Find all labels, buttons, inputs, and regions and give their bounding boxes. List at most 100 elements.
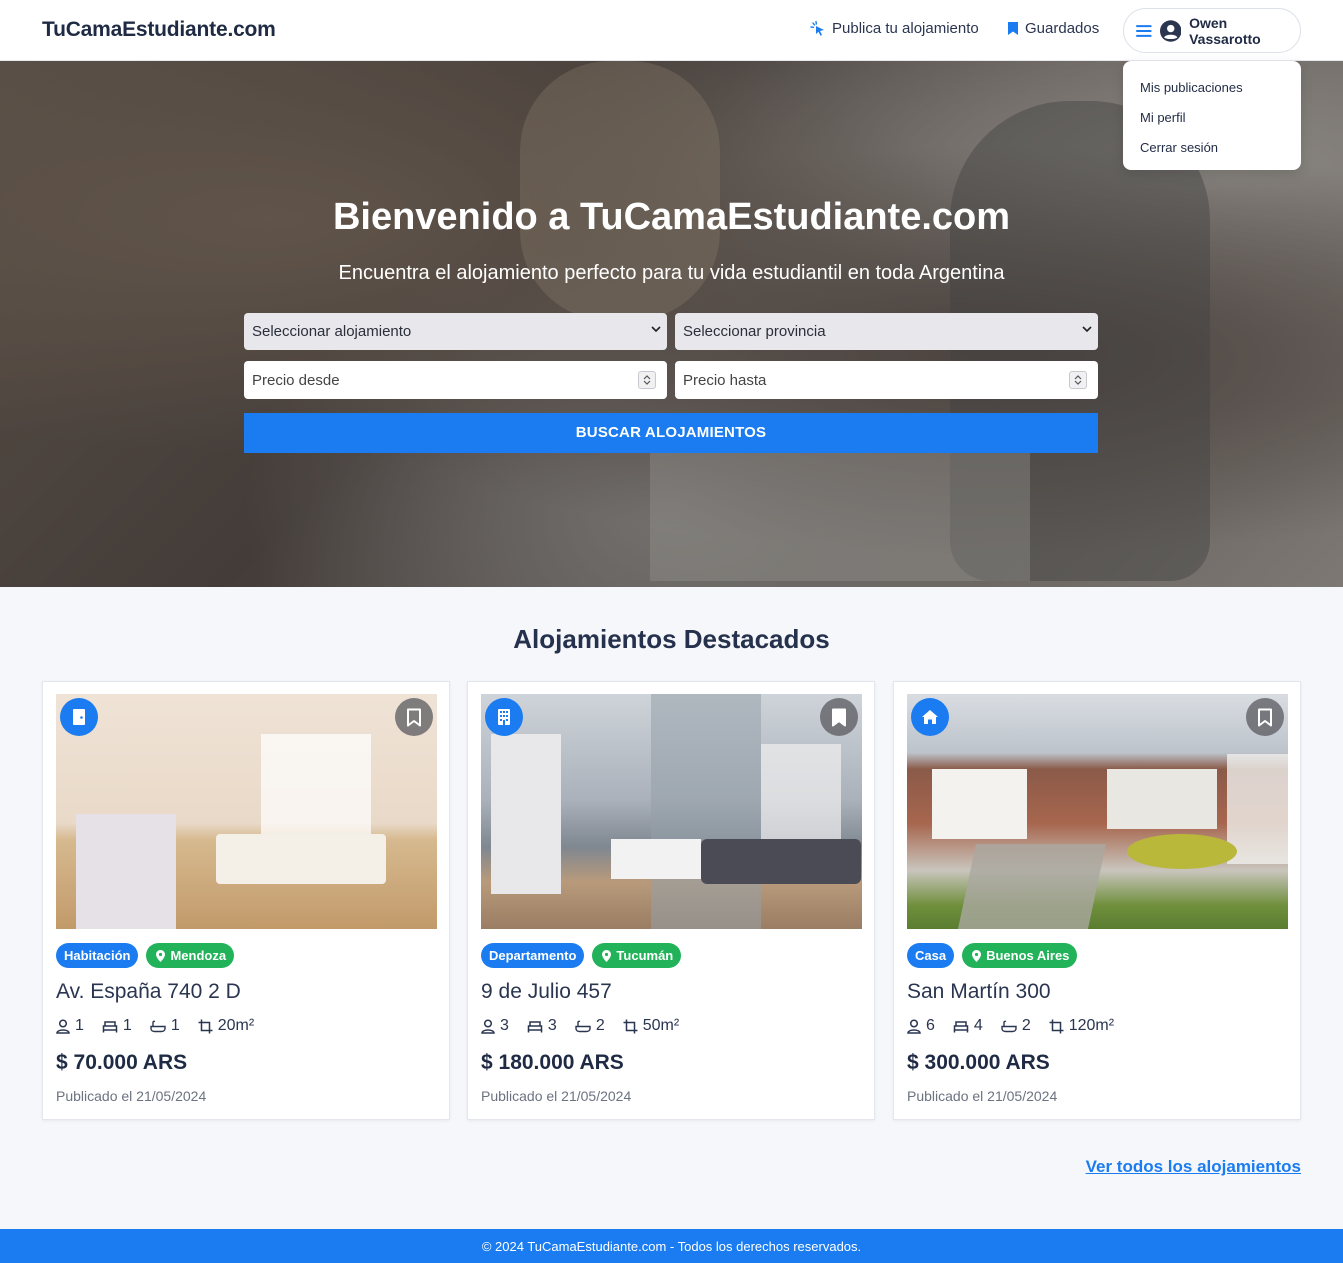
photo-desk-shape xyxy=(76,814,176,929)
map-pin-icon xyxy=(602,949,612,962)
user-menu-button[interactable]: Owen Vassarotto xyxy=(1123,8,1301,53)
bookmark-icon[interactable] xyxy=(1246,698,1284,736)
listing-date: Publicado el 21/05/2024 xyxy=(56,1088,207,1104)
menu-item-logout[interactable]: Cerrar sesión xyxy=(1123,138,1301,168)
area-icon xyxy=(1049,1019,1064,1033)
listing-features: 1 1 1 20m² xyxy=(56,1017,272,1035)
publish-label: Publica tu alojamiento xyxy=(832,20,979,37)
menu-icon xyxy=(1136,24,1152,37)
price-from-placeholder: Precio desde xyxy=(252,371,340,389)
beds-count: 4 xyxy=(973,1017,983,1034)
photo-sofa-shape xyxy=(701,839,861,884)
door-icon xyxy=(60,698,98,736)
photo-table-shape xyxy=(611,839,701,879)
photo-bush-shape xyxy=(1127,834,1237,869)
number-stepper[interactable] xyxy=(1069,371,1087,389)
listing-card[interactable]: Habitación Mendoza Av. España 740 2 D 1 … xyxy=(42,681,450,1120)
location-label: Buenos Aires xyxy=(986,948,1070,963)
listing-photo[interactable] xyxy=(907,694,1288,929)
type-badge: Habitación xyxy=(56,943,139,968)
click-icon xyxy=(810,20,824,36)
person-icon xyxy=(56,1018,70,1034)
stepper-down-icon xyxy=(1074,380,1082,385)
navbar: TuCamaEstudiante.com Publica tu alojamie… xyxy=(0,0,1343,61)
hero-title: Bienvenido a TuCamaEstudiante.com xyxy=(332,196,1011,238)
listing-photo[interactable] xyxy=(56,694,437,929)
house-icon xyxy=(911,698,949,736)
people-count: 6 xyxy=(926,1017,935,1034)
people-count: 3 xyxy=(500,1017,509,1034)
listing-date: Publicado el 21/05/2024 xyxy=(907,1088,1058,1104)
footer: © 2024 TuCamaEstudiante.com - Todos los … xyxy=(0,1229,1343,1263)
listing-address[interactable]: San Martín 300 xyxy=(907,980,1051,1004)
people-count: 1 xyxy=(75,1017,84,1034)
photo-bed-shape xyxy=(216,834,386,884)
bathtub-icon xyxy=(150,1020,166,1032)
baths-count: 1 xyxy=(170,1017,180,1034)
listing-card[interactable]: Departamento Tucumán 9 de Julio 457 3 3 … xyxy=(467,681,875,1120)
map-pin-icon xyxy=(972,949,982,962)
listing-address[interactable]: Av. España 740 2 D xyxy=(56,980,241,1004)
photo-path-shape xyxy=(957,844,1107,929)
user-name: Owen Vassarotto xyxy=(1189,14,1261,47)
listing-price: $ 70.000 ARS xyxy=(56,1051,188,1074)
listing-price: $ 180.000 ARS xyxy=(481,1051,624,1074)
location-label: Mendoza xyxy=(170,948,227,963)
location-label: Tucumán xyxy=(616,948,674,963)
location-badge: Buenos Aires xyxy=(962,943,1078,968)
type-badge: Casa xyxy=(907,943,955,968)
listing-address[interactable]: 9 de Julio 457 xyxy=(481,980,612,1004)
map-pin-icon xyxy=(156,949,166,962)
listing-date: Publicado el 21/05/2024 xyxy=(481,1088,632,1104)
brand-logo[interactable]: TuCamaEstudiante.com xyxy=(42,18,276,42)
listing-features: 6 4 2 120m² xyxy=(907,1017,1132,1035)
chevron-down-icon xyxy=(1082,326,1092,333)
bed-icon xyxy=(102,1020,118,1032)
bed-icon xyxy=(953,1020,969,1032)
publish-link[interactable]: Publica tu alojamiento xyxy=(810,20,979,37)
listing-photo[interactable] xyxy=(481,694,862,929)
hero-subtitle: Encuentra el alojamiento perfecto para t… xyxy=(338,262,1005,284)
province-select-value: Seleccionar provincia xyxy=(683,323,826,340)
beds-count: 1 xyxy=(122,1017,132,1034)
chevron-down-icon xyxy=(651,326,661,333)
menu-item-my-listings[interactable]: Mis publicaciones xyxy=(1123,78,1301,108)
photo-window-shape xyxy=(1107,769,1217,829)
number-stepper[interactable] xyxy=(638,371,656,389)
area-icon xyxy=(623,1019,638,1033)
area-value: 50m² xyxy=(642,1017,680,1034)
location-badge: Mendoza xyxy=(146,943,235,968)
featured-title: Alojamientos Destacados xyxy=(513,624,830,654)
stepper-down-icon xyxy=(643,380,651,385)
bookmark-icon[interactable] xyxy=(395,698,433,736)
province-select[interactable]: Seleccionar provincia xyxy=(675,313,1098,350)
menu-item-my-profile[interactable]: Mi perfil xyxy=(1123,108,1301,138)
listing-badges: Departamento Tucumán xyxy=(481,943,682,968)
location-badge: Tucumán xyxy=(592,943,682,968)
listing-price: $ 300.000 ARS xyxy=(907,1051,1050,1074)
area-icon xyxy=(198,1019,213,1033)
person-icon xyxy=(481,1018,495,1034)
see-all-link[interactable]: Ver todos los alojamientos xyxy=(1086,1157,1301,1177)
baths-count: 2 xyxy=(1021,1017,1031,1034)
bookmark-icon xyxy=(1008,22,1018,35)
price-from-input[interactable]: Precio desde xyxy=(244,361,667,399)
listing-card[interactable]: Casa Buenos Aires San Martín 300 6 4 2 1… xyxy=(893,681,1301,1120)
building-icon xyxy=(485,698,523,736)
baths-count: 2 xyxy=(595,1017,605,1034)
person-icon xyxy=(907,1018,921,1034)
listing-features: 3 3 2 50m² xyxy=(481,1017,697,1035)
photo-kitchen-shape xyxy=(491,734,561,894)
photo-wall-shape xyxy=(651,694,761,929)
listing-badges: Casa Buenos Aires xyxy=(907,943,1078,968)
price-to-input[interactable]: Precio hasta xyxy=(675,361,1098,399)
accommodation-select[interactable]: Seleccionar alojamiento xyxy=(244,313,667,350)
search-button[interactable]: BUSCAR ALOJAMIENTOS xyxy=(244,413,1098,453)
area-value: 120m² xyxy=(1068,1017,1115,1034)
photo-window-shape xyxy=(761,744,841,844)
bookmark-filled-icon[interactable] xyxy=(820,698,858,736)
price-to-placeholder: Precio hasta xyxy=(683,371,767,389)
area-value: 20m² xyxy=(217,1017,255,1034)
saved-link[interactable]: Guardados xyxy=(1007,20,1099,37)
saved-label: Guardados xyxy=(1025,20,1100,37)
